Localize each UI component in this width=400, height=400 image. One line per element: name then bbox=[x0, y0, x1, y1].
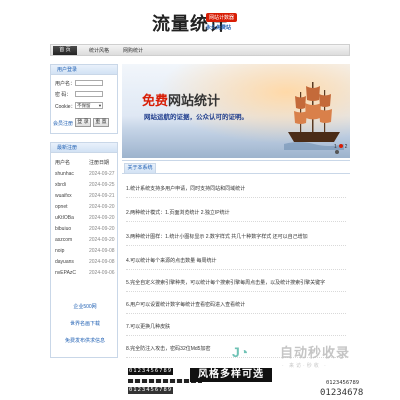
feature-item: 4.可以统计每个来源的点击数量 每周统计 bbox=[126, 257, 346, 270]
feature-item: 3.两种统计图样：1.统计小图标显示 2.数字样式 共几十种数字样式 还可以自己… bbox=[126, 233, 346, 246]
tab-about[interactable]: 关于本系统 bbox=[124, 163, 156, 173]
watermark: J◔ 自动秒收录 · 来访·秒收 · bbox=[232, 340, 380, 376]
list-item[interactable]: opnet 2024-09-20 bbox=[55, 204, 117, 210]
login-button[interactable]: 登 录 bbox=[75, 118, 91, 127]
banner-subtitle: 网站运航的证据，公众认可的证明。 bbox=[144, 114, 248, 121]
sailing-ship-icon bbox=[284, 82, 344, 150]
recent-header-date: 注册日期 bbox=[89, 160, 110, 166]
cookie-select[interactable]: 不保留 ▼ bbox=[75, 102, 103, 109]
banner-pager: 1 2 bbox=[334, 144, 350, 156]
password-label: 密 码： bbox=[55, 92, 72, 98]
counter-sample-dark: 0123456789 bbox=[128, 368, 174, 375]
link-supply-demand[interactable]: 免费发布供求信息 bbox=[51, 337, 119, 344]
list-item[interactable]: dayuans 2024-09-08 bbox=[55, 259, 117, 265]
reset-button[interactable]: 重 置 bbox=[93, 118, 109, 127]
banner-title: 免费网站统计 bbox=[142, 94, 221, 109]
recent-registrations-panel: 最新注册 用户名 注册日期 shunhac 2024-09-27 xbrdi 202… bbox=[50, 142, 118, 358]
feature-item: 1.统计系统支持多用户申请，同时支持同站和同域统计 bbox=[126, 185, 346, 198]
watermark-logo-icon: J◔ bbox=[232, 344, 249, 360]
list-item[interactable]: nvEPAzC 2024-09-06 bbox=[55, 270, 117, 276]
nav-item-styles[interactable]: 统计风格 bbox=[89, 47, 109, 54]
register-link[interactable]: 会员注册 bbox=[53, 120, 73, 127]
counter-sample-outline-small: 0123456789 bbox=[326, 380, 360, 386]
recent-title: 最新注册 bbox=[51, 143, 117, 153]
tab-divider bbox=[122, 173, 350, 174]
logo-badges: 网站计数器 永久免费站 bbox=[206, 13, 238, 31]
nav-item-home[interactable]: 首 页 bbox=[53, 46, 77, 55]
counter-sample-outline-large: 01234678 bbox=[320, 388, 364, 398]
banner-page-2[interactable]: 2 bbox=[345, 144, 348, 150]
list-item[interactable]: wuaifxx 2024-09-21 bbox=[55, 193, 117, 199]
list-item[interactable]: noip 2024-09-08 bbox=[55, 248, 117, 254]
chevron-down-icon: ▼ bbox=[98, 103, 102, 108]
counter-sample-gray: 0123456789 bbox=[128, 387, 174, 394]
hero-banner[interactable]: 免费网站统计 网站运航的证据，公众认可的证明。 1 2 bbox=[122, 64, 350, 158]
main-nav: 首 页 统计风格 网购统计 bbox=[50, 44, 350, 56]
feature-item: 7.可以更换几种皮肤 bbox=[126, 323, 346, 336]
banner-dot[interactable] bbox=[335, 150, 339, 154]
cookie-label: Cookie： bbox=[55, 104, 76, 110]
list-item[interactable]: bibuiuo 2024-09-20 bbox=[55, 226, 117, 232]
list-item[interactable]: xbrdi 2024-09-25 bbox=[55, 182, 117, 188]
free-badge: 永久免费站 bbox=[206, 25, 232, 31]
nav-item-shop-stats[interactable]: 网购统计 bbox=[123, 47, 143, 54]
link-world-paintings[interactable]: 世界名画下载 bbox=[51, 320, 119, 327]
watermark-subtext: · 来访·秒收 · bbox=[282, 363, 328, 369]
watermark-text: 自动秒收录 bbox=[280, 345, 351, 360]
list-item[interactable]: shunhac 2024-09-27 bbox=[55, 171, 117, 177]
login-title: 用户登录 bbox=[51, 65, 117, 75]
password-input[interactable] bbox=[75, 91, 103, 97]
feature-item: 5.完全自定义搜索引擎种类，可以统计每个搜索引擎每周点击量，以及统计搜索引擎关键… bbox=[126, 279, 346, 292]
login-panel: 用户登录 用户名： 密 码： Cookie： 不保留 ▼ 会员注册 登 录 重 … bbox=[50, 64, 118, 134]
list-item[interactable]: uKtIOBa 2024-09-20 bbox=[55, 215, 117, 221]
link-enterprise-500[interactable]: 企业500网 bbox=[51, 303, 119, 310]
username-input[interactable] bbox=[75, 80, 103, 86]
cookie-selected-value: 不保留 bbox=[77, 103, 91, 108]
counter-badge: 网站计数器 bbox=[206, 13, 238, 22]
list-item[interactable]: aszcom 2024-09-20 bbox=[55, 237, 117, 243]
banner-dot-active[interactable] bbox=[339, 144, 344, 148]
recent-header-user: 用户名 bbox=[55, 160, 71, 166]
site-header: 流量统计 网站计数器 永久免费站 bbox=[0, 0, 400, 42]
feature-item: 6.用户可以设置统计数字每统计查看密码进入查看统计 bbox=[126, 301, 346, 314]
username-label: 用户名： bbox=[55, 81, 76, 87]
feature-item: 2.两种统计模式：1.页面浏览统计 2.独立IP统计 bbox=[126, 209, 346, 222]
